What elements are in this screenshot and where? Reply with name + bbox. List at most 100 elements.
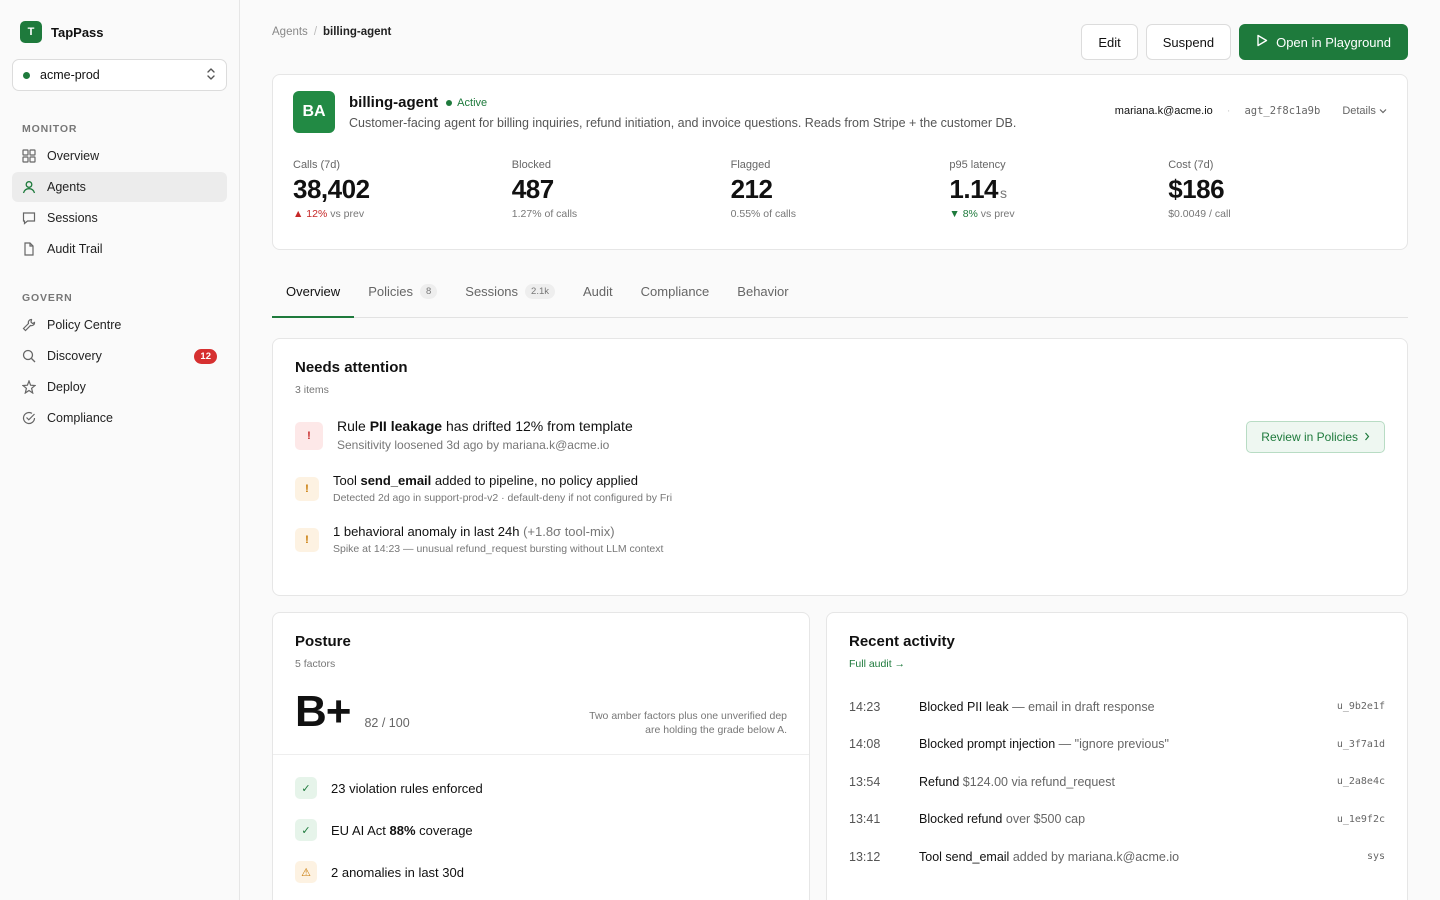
tab-audit[interactable]: Audit (569, 266, 627, 318)
stat-value: 212 (730, 174, 773, 204)
activity-time: 13:54 (849, 774, 881, 789)
factor-text: 2 anomalies in last 30d (331, 864, 464, 880)
posture-grade: B+ (295, 687, 351, 736)
meta-separator: · (1226, 105, 1231, 117)
nav-section-monitor: MONITOR (22, 123, 78, 135)
sidebar-item-discovery[interactable]: Discovery 12 (12, 341, 227, 371)
stats-row: Calls (7d) 38,402 ▲ 12% vs prev Blocked … (293, 159, 1387, 220)
attention-body: 1 behavioral anomaly in last 24h (+1.8σ … (333, 524, 1385, 555)
environment-selector[interactable]: acme-prod (12, 59, 227, 91)
tab-policies[interactable]: Policies 8 (354, 266, 451, 318)
activity-row[interactable]: 13:12 Tool send_email added by mariana.k… (849, 838, 1385, 876)
alert-icon: ! (295, 422, 323, 450)
tab-behavior[interactable]: Behavior (723, 266, 802, 318)
posture-factor: ✓ 23 violation rules enforced (295, 767, 787, 809)
sidebar-item-label: Agents (47, 180, 86, 194)
breadcrumb-separator: / (313, 26, 318, 38)
chat-icon (22, 211, 36, 225)
search-icon (22, 349, 36, 363)
posture-panel: Posture 5 factors B+ 82 / 100 Two amber … (272, 612, 810, 900)
stat-label: Blocked (511, 159, 551, 171)
play-icon (1256, 34, 1268, 50)
needs-attention-panel: Needs attention 3 items ! Rule PII leaka… (272, 338, 1408, 596)
review-in-policies-button[interactable]: Review in Policies (1246, 421, 1385, 453)
agent-info: billing-agent Active Customer-facing age… (349, 91, 1101, 130)
sidebar-item-sessions[interactable]: Sessions (12, 203, 227, 233)
activity-row[interactable]: 14:08 Blocked prompt injection — "ignore… (849, 726, 1385, 764)
activity-row[interactable]: 13:41 Blocked refund over $500 cap u_1e9… (849, 801, 1385, 839)
stat-sub: ▲ 12% vs prev (293, 208, 512, 220)
status-label: Active (457, 96, 488, 109)
activity-text: Blocked refund over $500 cap (919, 812, 1086, 827)
stat-sub: ▼ 8% vs prev (949, 208, 1168, 220)
nav-list-govern: Policy Centre Discovery 12 Deploy Compli… (12, 310, 227, 433)
stat-change: ▼ 8% (949, 208, 978, 220)
attention-body: Tool send_email added to pipeline, no po… (333, 473, 1385, 504)
posture-factors: ✓ 23 violation rules enforced ✓ EU AI Ac… (273, 754, 809, 900)
sidebar-item-label: Audit Trail (47, 242, 103, 256)
activity-time: 13:41 (849, 812, 881, 827)
panel-title: Recent activity (849, 633, 955, 650)
attention-item: ! Tool send_email added to pipeline, no … (295, 473, 1385, 504)
posture-factor: ✓ EU AI Act 88% coverage (295, 809, 787, 851)
posture-header: Posture 5 factors B+ 82 / 100 Two amber … (273, 633, 809, 736)
breadcrumb-parent[interactable]: Agents (272, 26, 308, 38)
details-dropdown[interactable]: Details (1342, 105, 1387, 117)
stat-sub: 1.27% of calls (511, 208, 578, 220)
sidebar-item-overview[interactable]: Overview (12, 141, 227, 171)
status-badge: Active (446, 97, 487, 109)
brand[interactable]: T TapPass (12, 20, 227, 44)
activity-row[interactable]: 13:54 Refund $124.00 via refund_request … (849, 763, 1385, 801)
grid-icon (22, 149, 36, 163)
stat-cost: Cost (7d) $186 $0.0049 / call (1168, 159, 1387, 220)
sidebar-item-deploy[interactable]: Deploy (12, 372, 227, 402)
check-circle-icon (22, 411, 36, 425)
suspend-button[interactable]: Suspend (1145, 24, 1232, 60)
full-audit-link[interactable]: Full audit → (849, 658, 1385, 670)
breadcrumb: Agents / billing-agent (272, 24, 391, 38)
nav-section-govern: GOVERN (22, 292, 73, 304)
activity-time: 13:12 (849, 849, 881, 864)
chevron-down-icon (1379, 105, 1387, 117)
stat-label: Calls (7d) (293, 159, 341, 171)
activity-id: u_1e9f2c (1336, 813, 1385, 825)
agent-tabs: Overview Policies 8 Sessions 2.1k Audit Co… (272, 266, 1408, 318)
bottom-row: Posture 5 factors B+ 82 / 100 Two amber … (272, 612, 1408, 900)
agent-id[interactable]: agt_2f8c1a9b (1244, 105, 1320, 117)
tab-overview[interactable]: Overview (272, 266, 355, 318)
attention-item: ! 1 behavioral anomaly in last 24h (+1.8… (295, 524, 1385, 555)
activity-time: 14:08 (849, 737, 881, 752)
factor-text: EU AI Act 88% coverage (331, 822, 473, 838)
open-in-playground-button[interactable]: Open in Playground (1239, 24, 1408, 60)
panel-title: Posture (295, 633, 351, 650)
stat-sub: 0.55% of calls (730, 208, 796, 220)
nav-list-monitor: Overview Agents Sessions Audit Trail (12, 141, 227, 264)
posture-factor: ⚠ 2 anomalies in last 30d (295, 851, 787, 893)
tab-compliance[interactable]: Compliance (627, 266, 724, 318)
agent-meta: mariana.k@acme.io · agt_2f8c1a9b Details (1115, 91, 1387, 117)
stat-value: $186 (1168, 174, 1225, 204)
agent-owner[interactable]: mariana.k@acme.io (1115, 105, 1213, 117)
activity-row[interactable]: 14:23 Blocked PII leak — email in draft … (849, 688, 1385, 726)
tab-sessions[interactable]: Sessions 2.1k (451, 266, 569, 318)
sidebar-item-label: Discovery (47, 349, 102, 363)
stat-value: 1.14 s (949, 174, 1007, 204)
factor-text: 23 violation rules enforced (331, 780, 483, 796)
posture-note: Two amber factors plus one unverified de… (589, 709, 787, 737)
sidebar-item-audit-trail[interactable]: Audit Trail (12, 234, 227, 264)
brand-name: TapPass (51, 24, 104, 40)
stat-value: 38,402 (293, 174, 370, 204)
sparkle-icon (22, 380, 36, 394)
sidebar-item-compliance[interactable]: Compliance (12, 403, 227, 433)
agent-header: BA billing-agent Active Customer-facing … (293, 91, 1387, 133)
warning-icon: ! (295, 477, 319, 501)
sidebar-item-policy-centre[interactable]: Policy Centre (12, 310, 227, 340)
stat-sub-text: vs prev (327, 208, 365, 220)
open-in-playground-label: Open in Playground (1276, 34, 1391, 50)
attention-description: Sensitivity loosened 3d ago by mariana.k… (337, 438, 610, 452)
edit-button[interactable]: Edit (1081, 24, 1138, 60)
warning-triangle-icon: ⚠ (295, 861, 317, 883)
stat-calls: Calls (7d) 38,402 ▲ 12% vs prev (293, 159, 512, 220)
sidebar-item-agents[interactable]: Agents (12, 172, 227, 202)
agent-avatar: BA (293, 91, 335, 133)
